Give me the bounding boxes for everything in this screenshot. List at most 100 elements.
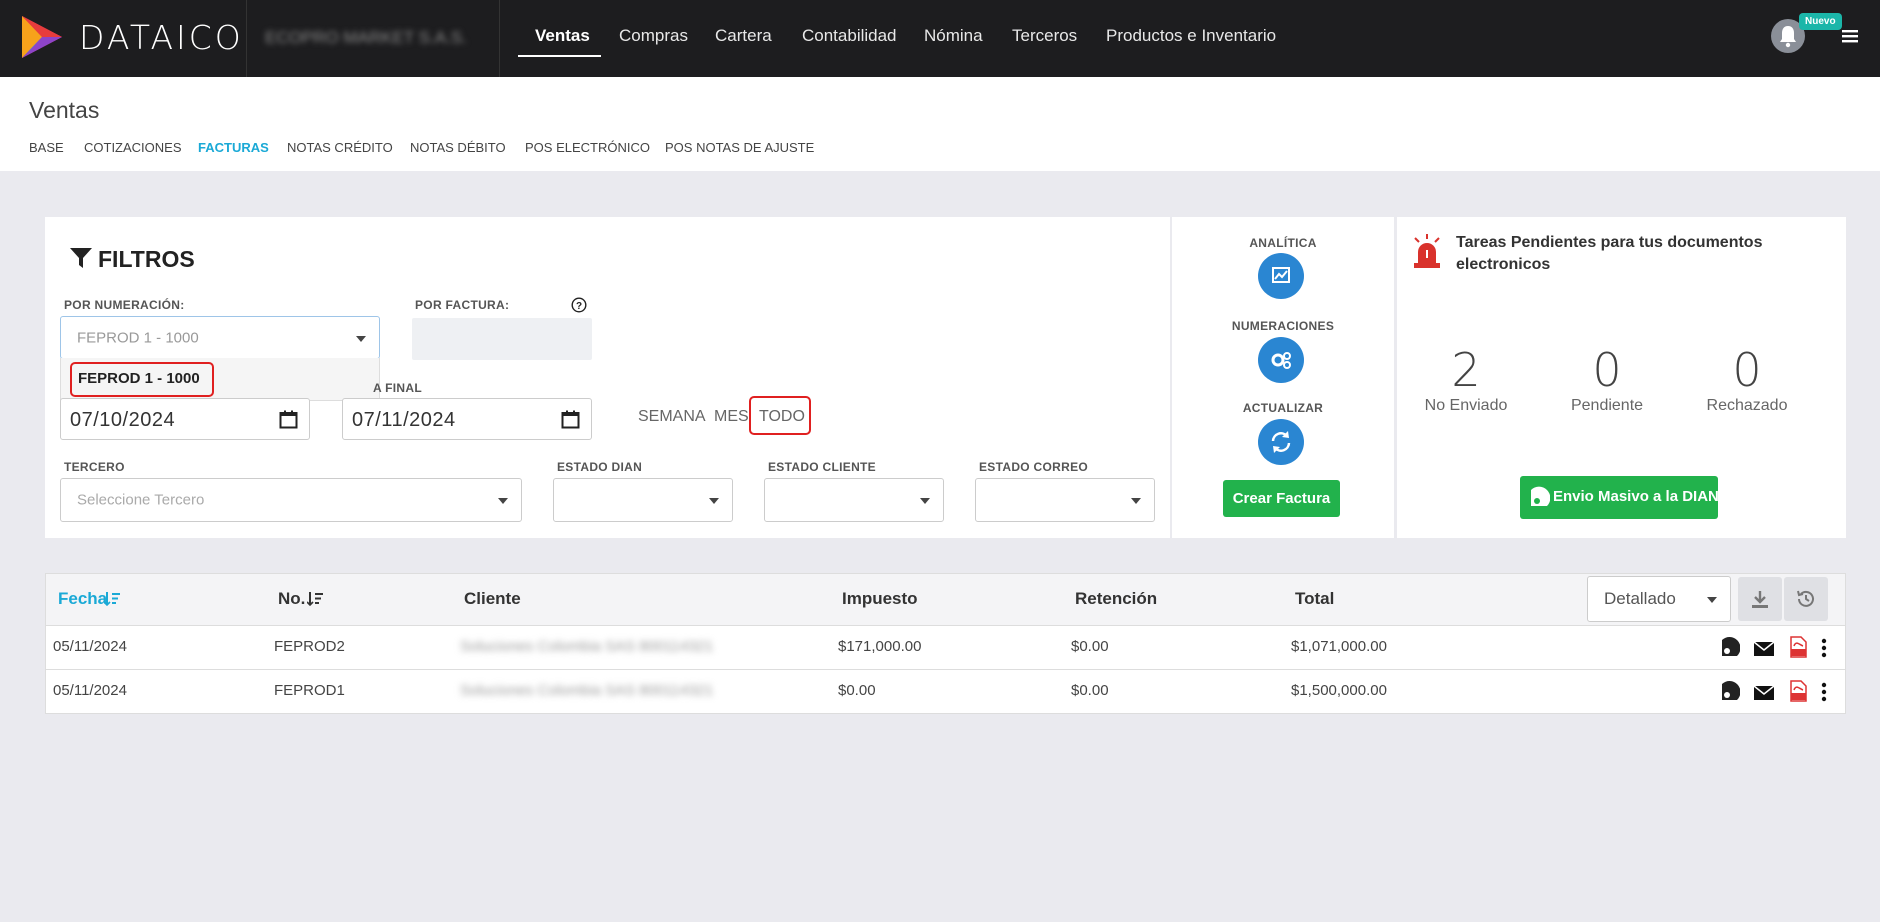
pdf-icon[interactable] (1787, 680, 1809, 702)
numeracion-select[interactable]: FEPROD 1 - 1000 (60, 316, 380, 359)
stat-value: 0 (1732, 343, 1762, 397)
tab-notas-credito[interactable]: NOTAS CRÉDITO (287, 140, 393, 155)
gears-icon (1271, 352, 1291, 369)
stat-no-enviado[interactable]: 2 No Enviado (1396, 343, 1536, 415)
hamburger-menu-icon[interactable] (1842, 29, 1858, 43)
tab-base[interactable]: BASE (29, 140, 64, 155)
tercero-placeholder: Seleccione Tercero (77, 491, 205, 509)
pdf-icon[interactable] (1787, 636, 1809, 658)
chevron-down-icon (1131, 498, 1141, 504)
dian-status-icon[interactable] (1718, 681, 1740, 703)
cell-retencion: $0.00 (1071, 682, 1109, 699)
refresh-icon (1271, 431, 1291, 453)
company-name: ECOPRO MARKET S.A.S. (265, 28, 467, 47)
actualizar-button[interactable] (1258, 419, 1304, 465)
numeraciones-button[interactable] (1258, 337, 1304, 383)
tab-cotizaciones[interactable]: COTIZACIONES (84, 140, 182, 155)
analitica-label: ANALÍTICA (1249, 236, 1317, 250)
envio-masivo-dian-button[interactable]: Envio Masivo a la DIAN (1520, 476, 1719, 519)
tab-facturas[interactable]: FACTURAS (198, 140, 269, 155)
nav-compras[interactable]: Compras (619, 26, 688, 46)
page-title: Ventas (29, 97, 100, 123)
factura-input[interactable] (412, 318, 592, 360)
fecha-final-label: A FINAL (373, 381, 422, 395)
fecha-final-input[interactable]: 07/11/2024 (342, 398, 592, 440)
nav-contabilidad[interactable]: Contabilidad (802, 26, 897, 46)
cell-cliente: Soluciones Colombia SAS 800114321 (460, 682, 714, 699)
dian-send-icon (1531, 486, 1550, 506)
numeracion-label: POR NUMERACIÓN: (64, 298, 185, 312)
fecha-inicial-input[interactable]: 07/10/2024 (60, 398, 310, 440)
col-total: Total (1295, 589, 1335, 608)
filter-icon (70, 248, 92, 268)
download-icon (1752, 591, 1768, 608)
estado-dian-label: ESTADO DIAN (557, 460, 643, 474)
tab-notas-debito[interactable]: NOTAS DÉBITO (410, 140, 506, 155)
nav-productos-inventario[interactable]: Productos e Inventario (1106, 26, 1276, 46)
estado-cliente-select[interactable] (764, 478, 944, 522)
download-button[interactable] (1738, 577, 1782, 621)
tercero-label: TERCERO (64, 460, 125, 474)
analitica-button[interactable] (1258, 253, 1304, 299)
stat-pendiente[interactable]: 0 Pendiente (1537, 343, 1677, 415)
more-options-icon[interactable] (1813, 637, 1835, 659)
svg-text:?: ? (576, 301, 582, 312)
row-divider (46, 625, 1846, 626)
estado-dian-select[interactable] (553, 478, 733, 522)
stat-label: No Enviado (1424, 397, 1508, 414)
row-divider (46, 669, 1846, 670)
sort-icon[interactable] (307, 591, 324, 606)
view-mode-select[interactable]: Detallado (1587, 576, 1731, 622)
tercero-select[interactable]: Seleccione Tercero (60, 478, 522, 522)
quick-semana[interactable]: SEMANA (638, 408, 706, 426)
brand-name: DATAICO (79, 18, 244, 57)
help-icon[interactable]: ? (571, 297, 587, 313)
nav-cartera[interactable]: Cartera (715, 26, 772, 46)
sort-icon[interactable] (104, 591, 121, 606)
pending-tasks-title: Tareas Pendientes para tus documentos el… (1456, 234, 1763, 273)
calendar-icon[interactable] (561, 410, 580, 429)
cell-cliente: Soluciones Colombia SAS 800114321 (460, 638, 714, 655)
tab-pos-notas-ajuste[interactable]: POS NOTAS DE AJUSTE (665, 140, 814, 155)
numeracion-select-value: FEPROD 1 - 1000 (77, 329, 199, 346)
email-icon[interactable] (1753, 682, 1775, 704)
chevron-down-icon (356, 335, 366, 342)
factura-label: POR FACTURA: (415, 298, 510, 312)
tab-pos-electronico[interactable]: POS ELECTRÓNICO (525, 140, 650, 155)
filters-title: FILTROS (98, 246, 195, 272)
stat-value: 0 (1592, 343, 1622, 397)
crear-factura-button[interactable]: Crear Factura (1223, 480, 1340, 517)
history-icon (1797, 590, 1814, 607)
highlight-box (70, 362, 214, 397)
estado-correo-select[interactable] (975, 478, 1155, 522)
stat-label: Pendiente (1570, 397, 1644, 414)
cell-fecha: 05/11/2024 (53, 638, 127, 655)
alarm-siren-icon (1414, 234, 1440, 268)
section-header: Ventas BASE COTIZACIONES FACTURAS NOTAS … (0, 77, 1880, 171)
nav-nomina[interactable]: Nómina (924, 26, 983, 46)
dian-status-icon[interactable] (1718, 637, 1740, 659)
calendar-icon[interactable] (279, 410, 298, 429)
cell-impuesto: $171,000.00 (838, 638, 922, 655)
stat-rechazado[interactable]: 0 Rechazado (1677, 343, 1817, 415)
chevron-down-icon (920, 498, 930, 504)
more-options-icon[interactable] (1813, 681, 1835, 703)
col-cliente: Cliente (464, 589, 521, 608)
chevron-down-icon (709, 498, 719, 504)
col-retencion: Retención (1075, 589, 1158, 608)
cell-no[interactable]: FEPROD1 (274, 682, 345, 699)
quick-mes[interactable]: MES (714, 408, 749, 426)
stat-label: Rechazado (1706, 397, 1788, 414)
history-button[interactable] (1784, 577, 1828, 621)
stat-value: 2 (1451, 343, 1481, 397)
col-no[interactable]: No. (278, 589, 305, 609)
nav-ventas[interactable]: Ventas (535, 26, 590, 46)
estado-cliente-label: ESTADO CLIENTE (768, 460, 876, 474)
col-fecha[interactable]: Fecha (58, 589, 107, 609)
company-selector[interactable]: ECOPRO MARKET S.A.S. (246, 0, 500, 77)
active-nav-underline (518, 55, 601, 57)
cell-no[interactable]: FEPROD2 (274, 638, 345, 655)
numeraciones-label: NUMERACIONES (1231, 319, 1335, 333)
nav-terceros[interactable]: Terceros (1012, 26, 1077, 46)
email-icon[interactable] (1753, 638, 1775, 660)
